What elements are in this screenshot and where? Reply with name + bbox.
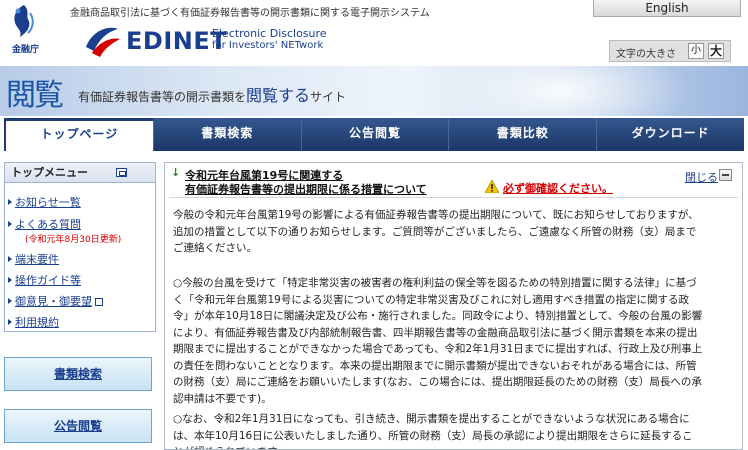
- main-nav: トップページ 書類検索 公告閲覧 書類比較 ダウンロード: [4, 118, 744, 151]
- sidebar-item-terms[interactable]: 利用規約: [8, 314, 59, 330]
- arrow-down-icon: ↓: [171, 166, 181, 179]
- font-small-button[interactable]: 小: [688, 43, 704, 59]
- notice-paragraph-3: ○なお、令和2年1月31日になっても、引き続き、開示書類を提出することができない…: [173, 413, 693, 449]
- external-link-icon: [95, 298, 103, 306]
- close-link[interactable]: 閉じる: [685, 169, 718, 185]
- notice-paragraph-1: 今般の令和元年台風第19号の影響による有価証券報告書等の提出期限について、既にお…: [173, 209, 699, 254]
- warning-icon: [485, 180, 499, 193]
- sidebar-item-guide[interactable]: 操作ガイド等: [8, 272, 81, 288]
- collapse-icon[interactable]: [719, 169, 732, 181]
- english-button[interactable]: English: [593, 0, 741, 17]
- sidebar-item-requirements[interactable]: 端末要件: [8, 251, 59, 267]
- hero-banner: 閲覧 有価証券報告書等の開示書類を閲覧するサイト: [0, 66, 748, 116]
- edinet-subtitle-1: Electronic Disclosure: [212, 27, 327, 40]
- sidebar: トップメニュー お知らせ一覧 よくある質問 (令和元年8月30日更新) 端末要件…: [4, 162, 156, 450]
- font-large-button[interactable]: 大: [708, 43, 724, 59]
- tab-document-search[interactable]: 書類検索: [153, 118, 302, 151]
- sidebar-item-faq[interactable]: よくある質問: [8, 216, 81, 232]
- banner-big-char: 閲覧: [6, 78, 64, 113]
- system-title: 金融商品取引法に基づく有価証券報告書等の開示書類に関する電子開示システム: [70, 8, 430, 19]
- tab-download[interactable]: ダウンロード: [597, 118, 744, 151]
- feedback-label: 御意見・御要望: [15, 295, 92, 308]
- notice-divider: [169, 197, 738, 198]
- font-size-control: 文字の大きさ 小 大: [609, 40, 731, 62]
- menu-title: トップメニュー: [11, 166, 88, 179]
- banner-text-before: 有価証券報告書等の開示書類を: [78, 90, 247, 104]
- edinet-subtitle-2: for Investors' NETwork: [212, 40, 324, 51]
- public-notice-button[interactable]: 公告閲覧: [4, 409, 152, 443]
- font-size-label: 文字の大きさ: [616, 49, 676, 60]
- notice-paragraph-2: ○今般の台風を受けて「特定非常災害の被害者の権利利益の保全等を図るための特別措置…: [173, 277, 703, 405]
- new-window-icon[interactable]: [116, 168, 127, 177]
- tab-top-page[interactable]: トップページ: [4, 118, 154, 151]
- tab-document-compare[interactable]: 書類比較: [449, 118, 598, 151]
- menu-title-bar: トップメニュー: [5, 163, 155, 183]
- banner-tagline: 有価証券報告書等の開示書類を閲覧するサイト: [78, 82, 346, 106]
- notice-title-line2[interactable]: 有価証券報告書等の提出期限に係る措置について: [185, 181, 427, 197]
- sidebar-item-notices[interactable]: お知らせ一覧: [8, 194, 81, 210]
- document-search-button[interactable]: 書類検索: [4, 357, 152, 391]
- sidebar-item-feedback[interactable]: 御意見・御要望: [8, 293, 103, 309]
- faq-update-note: (令和元年8月30日更新): [25, 235, 122, 245]
- fsa-logo-icon[interactable]: [8, 3, 40, 43]
- notice-panel: ↓ 令和元年台風第19号に関連する 有価証券報告書等の提出期限に係る措置について…: [164, 162, 743, 450]
- agency-label: 金融庁: [12, 45, 40, 55]
- banner-text-emphasis: 閲覧する: [246, 86, 311, 105]
- tab-public-notice[interactable]: 公告閲覧: [301, 118, 450, 151]
- edinet-logo-icon[interactable]: [82, 21, 122, 59]
- site-header: 金融庁 金融商品取引法に基づく有価証券報告書等の開示書類に関する電子開示システム…: [0, 0, 748, 66]
- banner-text-after: サイト: [310, 90, 347, 104]
- top-menu-box: トップメニュー お知らせ一覧 よくある質問 (令和元年8月30日更新) 端末要件…: [4, 162, 156, 332]
- warning-text[interactable]: 必ず御確認ください。: [503, 180, 613, 196]
- banner-glow: [430, 66, 690, 116]
